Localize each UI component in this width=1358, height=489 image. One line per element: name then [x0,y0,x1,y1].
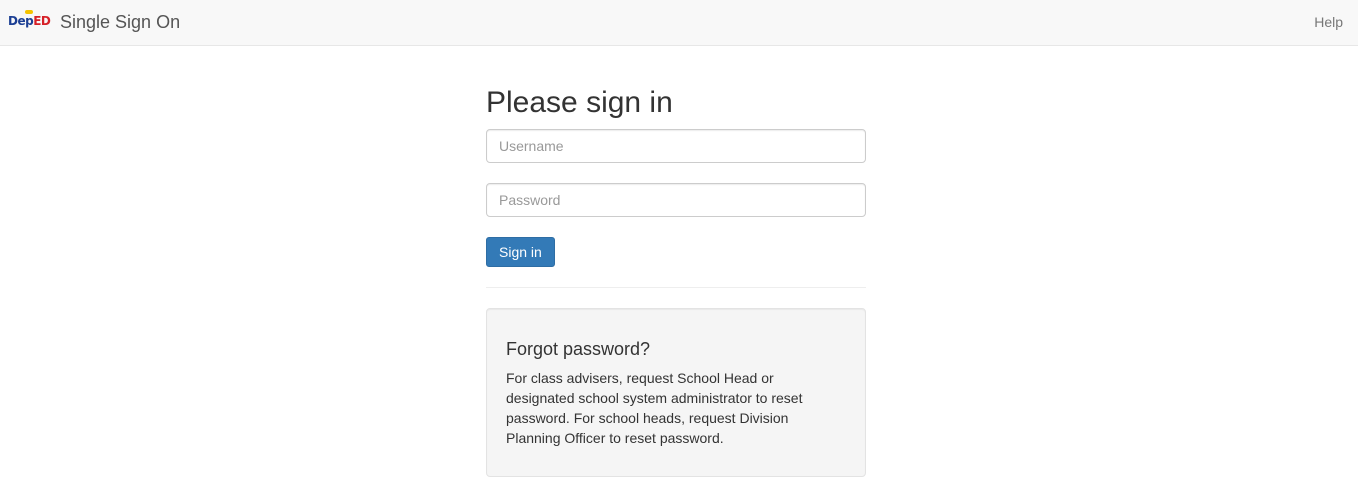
signin-heading: Please sign in [486,86,673,119]
forgot-password-title: Forgot password? [506,339,651,359]
help-link[interactable]: Help [1314,13,1343,31]
password-input[interactable] [486,183,866,217]
forgot-password-panel: Forgot password? For class advisers, req… [486,308,866,477]
logo-text-ed: ED [33,14,51,28]
top-navbar: Dep ED Single Sign On Help [0,0,1358,46]
logo-text-dep: Dep [8,14,34,28]
logo-flag-icon [25,10,33,14]
deped-logo[interactable]: Dep ED [8,10,51,30]
username-input[interactable] [486,129,866,163]
forgot-password-text: For class advisers, request School Head … [506,370,803,446]
signin-button[interactable]: Sign in [486,237,555,267]
app-title[interactable]: Single Sign On [60,11,180,33]
signin-container: Please sign in Sign in Forgot password? … [486,84,866,477]
divider [486,287,866,288]
